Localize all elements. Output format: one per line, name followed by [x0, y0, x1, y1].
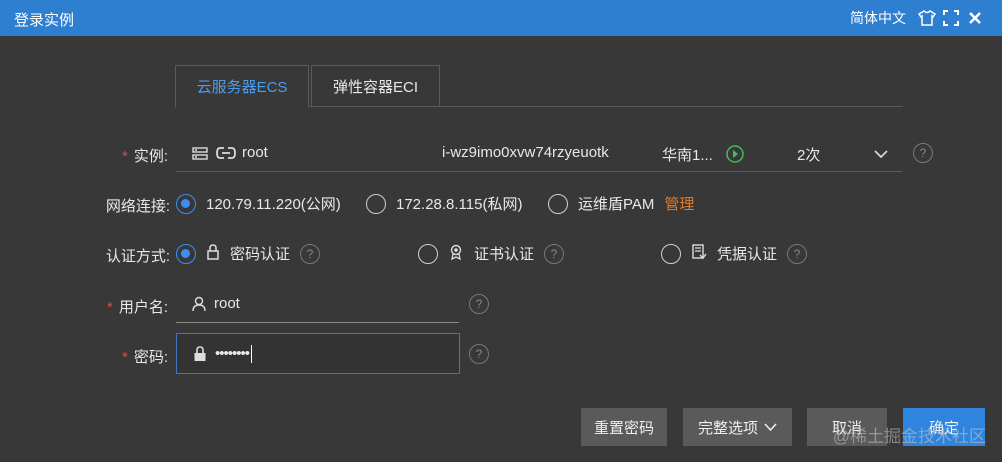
network-option-public[interactable]: 120.79.11.220(公网)	[176, 193, 341, 214]
radio-pam[interactable]	[548, 193, 568, 214]
tab-eci[interactable]: 弹性容器ECI	[311, 65, 440, 107]
theme-shirt-icon[interactable]	[918, 9, 936, 27]
certificate-icon	[448, 244, 464, 264]
password-field[interactable]: ••••••••	[176, 333, 460, 374]
auth-password-help-icon[interactable]: ?	[300, 243, 321, 264]
title-bar-controls: 简体中文	[850, 8, 984, 28]
running-status-icon	[726, 145, 744, 167]
instance-help-icon[interactable]: ?	[913, 143, 933, 163]
tab-bar: 云服务器ECS 弹性容器ECI	[175, 65, 903, 108]
chevron-down-icon[interactable]	[874, 146, 888, 163]
text-caret	[251, 344, 253, 363]
auth-credential-help-icon[interactable]: ?	[787, 243, 808, 264]
tab-ecs[interactable]: 云服务器ECS	[175, 65, 309, 108]
instance-id: i-wz9imo0xvw74rzyeuotk	[442, 144, 609, 161]
auth-certificate-help-icon[interactable]: ?	[544, 243, 565, 264]
instance-count: 2次	[797, 147, 821, 164]
fullscreen-icon[interactable]	[942, 9, 960, 27]
auth-option-password[interactable]: 密码认证 ?	[176, 243, 321, 264]
password-help-icon[interactable]: ?	[469, 344, 489, 364]
full-options-button[interactable]: 完整选项	[683, 408, 792, 446]
username-field[interactable]: root	[176, 285, 459, 323]
instance-user: root	[242, 144, 268, 161]
password-label: * 密码:	[121, 349, 168, 366]
auth-option-certificate[interactable]: 证书认证 ?	[418, 243, 565, 264]
reset-password-button[interactable]: 重置密码	[581, 408, 667, 446]
window-title: 登录实例	[14, 12, 75, 29]
watermark: @稀土掘金技术社区	[832, 427, 986, 446]
username-value: root	[214, 295, 240, 312]
radio-certificate[interactable]	[418, 243, 438, 264]
network-option-private[interactable]: 172.28.8.115(私网)	[366, 193, 522, 214]
username-label: * 用户名:	[106, 299, 168, 316]
radio-password[interactable]	[176, 243, 196, 264]
instance-selector[interactable]: root i-wz9imo0xvw74rzyeuotk 华南1... 2次	[176, 137, 902, 172]
lock-icon	[206, 243, 220, 264]
radio-private[interactable]	[366, 193, 386, 214]
network-label: 网络连接:	[105, 198, 170, 215]
title-bar: 登录实例 简体中文	[0, 0, 1002, 36]
server-icon	[192, 147, 208, 165]
lock-icon	[193, 345, 207, 362]
auth-option-credential[interactable]: 凭据认证 ?	[661, 243, 808, 264]
chevron-down-icon	[764, 422, 777, 432]
username-help-icon[interactable]: ?	[469, 294, 489, 314]
instance-label: * 实例:	[121, 148, 168, 165]
language-selector[interactable]: 简体中文	[850, 8, 906, 28]
auth-label: 认证方式:	[105, 248, 170, 265]
instance-region: 华南1...	[662, 147, 713, 164]
manage-link[interactable]: 管理	[664, 193, 694, 214]
link-icon	[216, 146, 236, 164]
close-icon[interactable]	[966, 9, 984, 27]
password-value: ••••••••	[215, 345, 250, 362]
network-option-pam[interactable]: 运维盾PAM 管理	[548, 193, 694, 214]
credential-icon	[691, 243, 707, 264]
user-icon	[192, 296, 206, 312]
radio-credential[interactable]	[661, 243, 681, 264]
radio-public[interactable]	[176, 193, 196, 214]
